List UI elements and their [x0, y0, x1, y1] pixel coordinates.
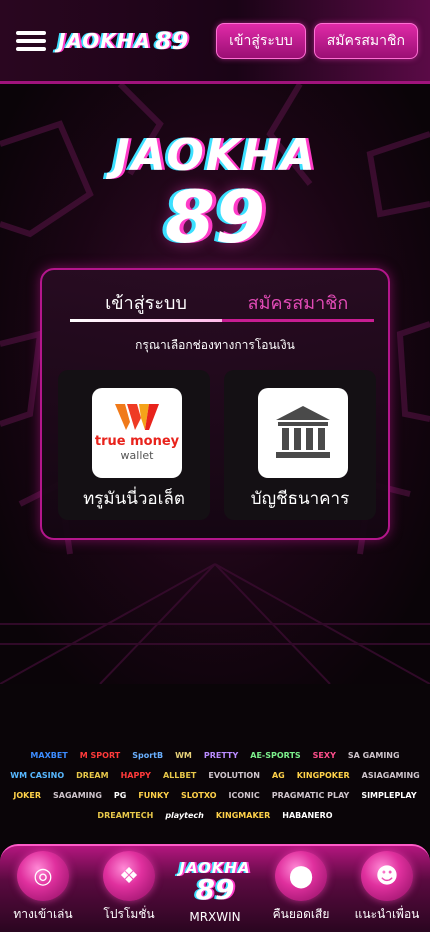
- nav-center-logo: JAOKHA 89: [179, 861, 250, 904]
- bank-icon: [258, 388, 348, 478]
- payment-subtitle: กรุณาเลือกช่องทางการโอนเงิน: [135, 338, 295, 352]
- bottom-nav: ◎ ทางเข้าเล่น ❖ โปรโมชั่น JAOKHA 89 MRXW…: [0, 844, 430, 932]
- tab-register[interactable]: สมัครสมาชิก: [222, 284, 374, 322]
- provider-logo: EVOLUTION: [208, 771, 260, 780]
- provider-logo: PRAGMATIC PLAY: [271, 791, 350, 800]
- provider-logo: AG: [271, 771, 285, 780]
- hamburger-menu-icon[interactable]: [16, 30, 46, 51]
- provider-logo: HABANERO: [282, 811, 333, 820]
- provider-logo: ALLBET: [162, 771, 197, 780]
- header-login-button[interactable]: เข้าสู่ระบบ: [216, 22, 306, 59]
- provider-logo: SIMPLEPLAY: [361, 791, 417, 800]
- provider-logo: KINGPOKER: [296, 771, 350, 780]
- provider-logo: ASIAGAMING: [361, 771, 420, 780]
- tab-login-label: เข้าสู่ระบบ: [105, 293, 187, 314]
- header-logo-number: 89: [155, 26, 189, 55]
- provider-logo: SLOTXO: [181, 791, 217, 800]
- bank-building-icon: [276, 406, 330, 458]
- auth-tabs: เข้าสู่ระบบ สมัครสมาชิก: [70, 284, 374, 322]
- tab-login-underline: [70, 319, 222, 322]
- provider-logo: WM CASINO: [10, 771, 65, 780]
- nav-play-label: ทางเข้าเล่น: [13, 907, 73, 921]
- slot-coin-icon: ◎: [17, 851, 69, 901]
- provider-logo: KINGMAKER: [215, 811, 271, 820]
- header-register-button[interactable]: สมัครสมาชิก: [313, 22, 418, 59]
- nav-promotion-label: โปรโมชั่น: [103, 907, 155, 921]
- nav-cashback[interactable]: ⬤ คืนยอดเสีย: [261, 851, 341, 924]
- provider-logo: FUNKY: [138, 791, 169, 800]
- nav-play[interactable]: ◎ ทางเข้าเล่น: [3, 851, 83, 924]
- nav-home-logo[interactable]: JAOKHA 89 MRXWIN: [175, 861, 255, 925]
- top-header: JAOKHA 89 เข้าสู่ระบบ สมัครสมาชิก: [0, 0, 430, 84]
- tab-register-label: สมัครสมาชิก: [247, 293, 349, 314]
- nav-promotion[interactable]: ❖ โปรโมชั่น: [89, 851, 169, 924]
- option-truemoney-label: ทรูมันนี่วอเล็ต: [83, 489, 185, 509]
- provider-logo: SEXY: [312, 751, 336, 760]
- nav-referral[interactable]: ☻ แนะนำเพื่อน: [347, 851, 427, 924]
- provider-logo: AE-SPORTS: [250, 751, 301, 760]
- provider-logo: SportB: [132, 751, 164, 760]
- nav-cashback-label: คืนยอดเสีย: [272, 907, 330, 921]
- hero-logo: JAOKHA 89: [0, 130, 430, 253]
- tab-register-underline: [222, 319, 374, 322]
- nav-center-logo-number: 89: [195, 873, 235, 906]
- truemoney-brand-top: true money: [94, 434, 180, 449]
- provider-logo: SAGAMING: [52, 791, 102, 800]
- provider-logo: JOKER: [13, 791, 41, 800]
- option-truemoney[interactable]: true money wallet ทรูมันนี่วอเล็ต: [58, 370, 210, 520]
- provider-logo: playtech: [165, 811, 204, 820]
- provider-logo: WM: [175, 751, 192, 760]
- provider-logo: HAPPY: [120, 771, 151, 780]
- provider-logo: SA GAMING: [347, 751, 400, 760]
- option-bank-label: บัญชีธนาคาร: [250, 489, 350, 509]
- provider-logo: DREAMTECH: [97, 811, 154, 820]
- gift-icon: ❖: [103, 851, 155, 901]
- chips-icon: ⬤: [275, 851, 327, 901]
- provider-logo: M SPORT: [79, 751, 121, 760]
- truemoney-wallet-icon: true money wallet: [92, 388, 182, 478]
- hero-logo-text: JAOKHA: [113, 130, 317, 181]
- nav-home-label: MRXWIN: [189, 910, 241, 924]
- friends-icon: ☻: [361, 851, 413, 901]
- header-logo-text: JAOKHA: [58, 28, 152, 53]
- provider-logo: PG: [113, 791, 127, 800]
- truemoney-brand-bottom: wallet: [120, 449, 154, 462]
- provider-logo: PRETTY: [203, 751, 239, 760]
- provider-logo: MAXBET: [30, 751, 68, 760]
- payment-panel: เข้าสู่ระบบ สมัครสมาชิก กรุณาเลือกช่องทา…: [40, 268, 390, 540]
- tab-login[interactable]: เข้าสู่ระบบ: [70, 284, 222, 322]
- provider-logo: ICONIC: [228, 791, 260, 800]
- option-bank[interactable]: บัญชีธนาคาร: [224, 370, 376, 520]
- provider-logos: MAXBET M SPORT SportB WM PRETTY AE-SPORT…: [0, 740, 430, 820]
- provider-logo: DREAM: [76, 771, 109, 780]
- nav-referral-label: แนะนำเพื่อน: [354, 907, 420, 921]
- hero-logo-number: 89: [164, 175, 266, 259]
- header-logo[interactable]: JAOKHA 89: [58, 27, 188, 55]
- truemoney-w-logo: [115, 404, 159, 430]
